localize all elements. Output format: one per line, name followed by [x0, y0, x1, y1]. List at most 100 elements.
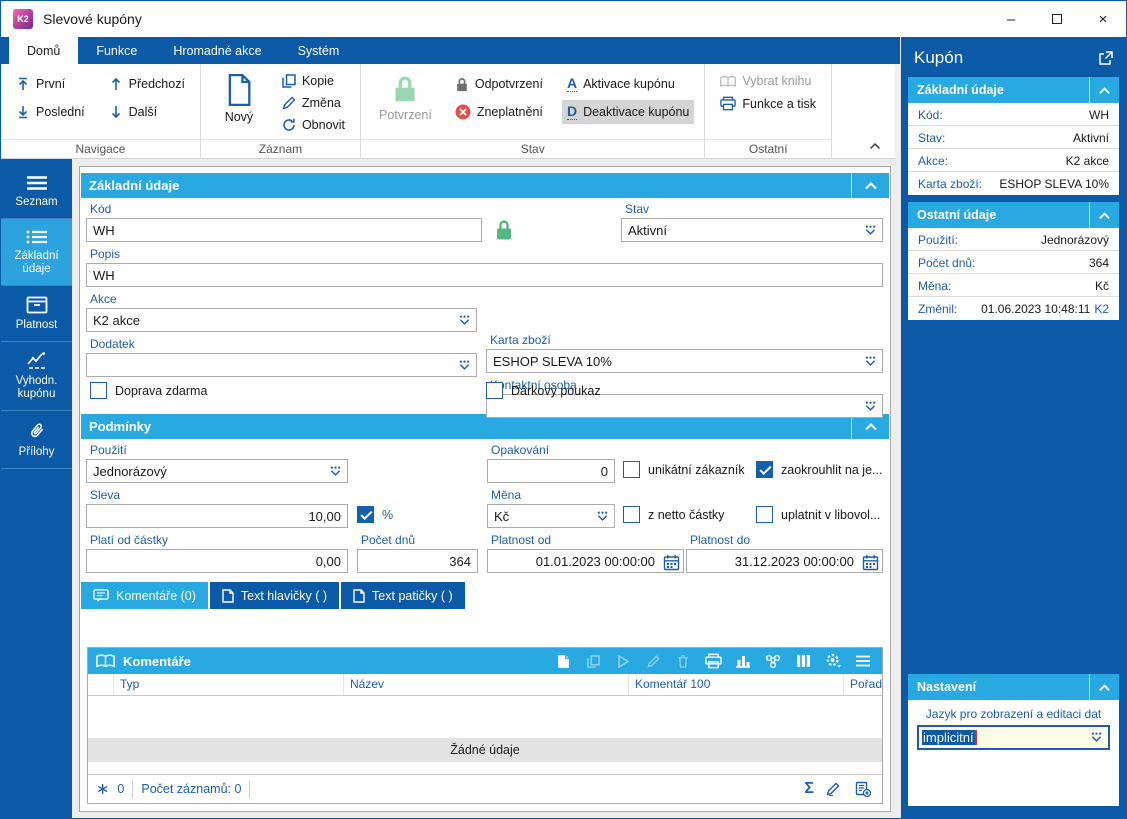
pouziti-combo[interactable]	[86, 459, 348, 483]
plati-od-castky-input[interactable]	[86, 549, 348, 573]
pocet-dnu-input[interactable]	[357, 549, 478, 573]
new-record-icon[interactable]	[552, 650, 574, 672]
z-netto-castky-checkbox[interactable]: z netto částky	[623, 506, 724, 523]
platnost-od-input[interactable]	[487, 549, 684, 573]
new-button[interactable]: Nový	[211, 72, 267, 126]
collapse-card-icon[interactable]	[1089, 202, 1119, 228]
procento-checkbox[interactable]: %	[357, 506, 393, 523]
close-button[interactable]: ×	[1080, 2, 1126, 36]
minimize-button[interactable]: –	[988, 2, 1034, 36]
sidebar-item-prilohy[interactable]: Přílohy	[1, 411, 72, 469]
unikatni-zakaznik-checkbox[interactable]: unikátní zákazník	[623, 461, 745, 478]
sidebar-item-vyhodnoceni-kuponu[interactable]: Vyhodn. kupónu	[1, 342, 72, 411]
run-icon[interactable]	[612, 650, 634, 672]
box-icon	[26, 296, 48, 314]
activate-letter-icon: A	[566, 75, 578, 92]
document-icon	[222, 588, 234, 603]
deactivate-coupon-button[interactable]: D Deaktivace kupónu	[561, 100, 695, 124]
platnost-do-input[interactable]	[686, 549, 883, 573]
printer-icon	[720, 96, 737, 111]
select-book-button[interactable]: Vybrat knihu	[715, 72, 821, 90]
calendar-icon[interactable]	[663, 554, 680, 571]
quick-edit-icon[interactable]	[822, 778, 844, 800]
opakovani-input[interactable]	[487, 459, 615, 483]
mena-combo[interactable]	[487, 504, 615, 528]
ribbon-group-label-zaznam: Záznam	[200, 139, 361, 158]
copy-button[interactable]: Kopie	[277, 72, 350, 90]
stav-combo[interactable]	[621, 218, 883, 242]
ribbon-group-zaznam: Nový Kopie Změna Obnovit Záznam	[200, 64, 362, 158]
refresh-button[interactable]: Obnovit	[277, 116, 350, 134]
maximize-button[interactable]	[1034, 2, 1080, 36]
language-select-combo[interactable]: implicitní	[917, 725, 1110, 750]
column-header-marker[interactable]	[88, 674, 114, 695]
dodatek-label: Dodatek	[90, 337, 135, 351]
invalidate-button[interactable]: Zneplatnění	[450, 100, 548, 124]
column-header-typ[interactable]: Typ	[114, 674, 344, 695]
edit-record-icon[interactable]	[642, 650, 664, 672]
checkbox-box	[486, 382, 503, 399]
dodatek-combo[interactable]	[86, 353, 477, 377]
changed-by-user-link[interactable]: K2	[1094, 302, 1109, 316]
comments-grid: Komentáře Typ Název Komentář 100 Pořadí …	[87, 647, 883, 804]
chart-icon[interactable]	[732, 650, 754, 672]
ribbon-tab-domu[interactable]: Domů	[9, 37, 79, 64]
functions-print-button[interactable]: Funkce a tisk	[715, 94, 821, 113]
change-button[interactable]: Změna	[277, 94, 350, 112]
grid-column-headers: Typ Název Komentář 100 Pořadí	[88, 674, 882, 696]
calendar-icon[interactable]	[862, 554, 879, 571]
column-header-poradi[interactable]: Pořadí	[844, 674, 882, 695]
unconfirm-button[interactable]: Odpotvrzení	[450, 72, 548, 96]
sum-icon[interactable]: Σ	[804, 780, 814, 798]
ribbon-tab-funkce[interactable]: Funkce	[78, 37, 155, 64]
relations-icon[interactable]	[762, 650, 784, 672]
doprava-zdarma-checkbox[interactable]: Doprava zdarma	[90, 382, 207, 399]
add-note-icon[interactable]	[852, 778, 874, 800]
column-header-komentar[interactable]: Komentář 100	[629, 674, 844, 695]
ribbon-tab-system[interactable]: Systém	[280, 37, 358, 64]
combo-dropdown-icon[interactable]	[1089, 732, 1104, 743]
print-icon[interactable]	[702, 650, 724, 672]
grid-menu-icon[interactable]	[852, 650, 874, 672]
sleva-input[interactable]	[86, 504, 348, 528]
ribbon-group-stav: Potvrzení Odpotvrzení Zneplatnění A Akti…	[361, 64, 706, 158]
tab-komentare[interactable]: Komentáře (0)	[81, 582, 208, 609]
delete-record-icon[interactable]	[672, 650, 694, 672]
kod-input[interactable]	[86, 218, 482, 242]
popis-input[interactable]	[86, 263, 883, 287]
collapse-section-icon[interactable]	[851, 173, 889, 198]
copy-icon	[282, 74, 296, 88]
previous-icon	[109, 77, 123, 91]
ribbon-tab-hromadne-akce[interactable]: Hromadné akce	[155, 37, 279, 64]
next-button[interactable]: Další	[104, 100, 190, 124]
copy-record-icon[interactable]	[582, 650, 604, 672]
last-button[interactable]: Poslední	[11, 100, 90, 124]
open-external-icon[interactable]	[1098, 50, 1113, 66]
ribbon-collapse-icon[interactable]	[869, 142, 881, 150]
confirm-button[interactable]: Potvrzení	[371, 72, 440, 124]
new-document-icon	[225, 74, 253, 106]
activate-coupon-button[interactable]: A Aktivace kupónu	[562, 72, 694, 96]
sidebar-item-seznam[interactable]: Seznam	[1, 165, 72, 219]
checkbox-box	[623, 506, 640, 523]
stav-label: Stav	[625, 202, 650, 216]
collapse-card-icon[interactable]	[1089, 77, 1119, 103]
column-header-nazev[interactable]: Název	[344, 674, 629, 695]
pocet-dnu-label: Počet dnů	[361, 533, 416, 547]
zaokrouhlit-checkbox[interactable]: zaokrouhlit na je...	[756, 461, 882, 478]
sidebar-item-platnost[interactable]: Platnost	[1, 286, 72, 342]
akce-combo[interactable]	[86, 308, 477, 332]
ribbon-group-ostatni: Vybrat knihu Funkce a tisk Ostatní	[705, 64, 833, 158]
tab-text-paticky[interactable]: Text patičky ( )	[341, 582, 465, 609]
collapse-card-icon[interactable]	[1089, 674, 1119, 700]
columns-icon[interactable]	[792, 650, 814, 672]
uplatnit-checkbox[interactable]: uplatnit v libovol...	[756, 506, 880, 523]
darkovy-poukaz-checkbox[interactable]: Dárkový poukaz	[486, 382, 601, 399]
sidebar-item-zakladni-udaje[interactable]: Základní údaje	[1, 219, 72, 286]
first-button[interactable]: První	[11, 72, 90, 96]
previous-button[interactable]: Předchozí	[104, 72, 190, 96]
tab-text-hlavicky[interactable]: Text hlavičky ( )	[209, 582, 340, 609]
settings-gear-icon[interactable]	[822, 650, 844, 672]
mena-label: Měna	[491, 488, 522, 502]
paperclip-icon	[27, 421, 47, 441]
